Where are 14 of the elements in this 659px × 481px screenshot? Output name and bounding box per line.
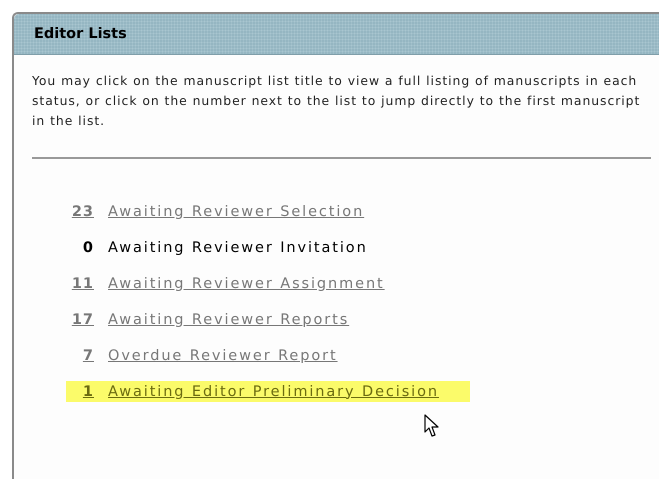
count-link[interactable]: 17 [72,312,94,328]
count-link[interactable]: 1 [82,384,94,400]
panel-title: Editor Lists [34,26,127,42]
list-title-link[interactable]: Overdue Reviewer Report [108,348,338,364]
description-text: You may click on the manuscript list title to view a full listing of manuscripts in each status, or click on the number next to the list to jump directly to the first manuscript in the list. [32,72,642,130]
list-title-link[interactable]: Awaiting Reviewer Reports [108,312,350,328]
count-link[interactable]: 11 [72,276,94,292]
count-link[interactable]: 23 [72,204,94,220]
count-text: 0 [82,240,94,256]
list-title-text: Awaiting Reviewer Invitation [108,240,368,256]
list-title-link[interactable]: Awaiting Reviewer Selection [108,204,364,220]
count-link[interactable]: 7 [82,348,94,364]
list-title-link[interactable]: Awaiting Reviewer Assignment [108,276,385,292]
list-title-link[interactable]: Awaiting Editor Preliminary Decision [108,384,439,400]
